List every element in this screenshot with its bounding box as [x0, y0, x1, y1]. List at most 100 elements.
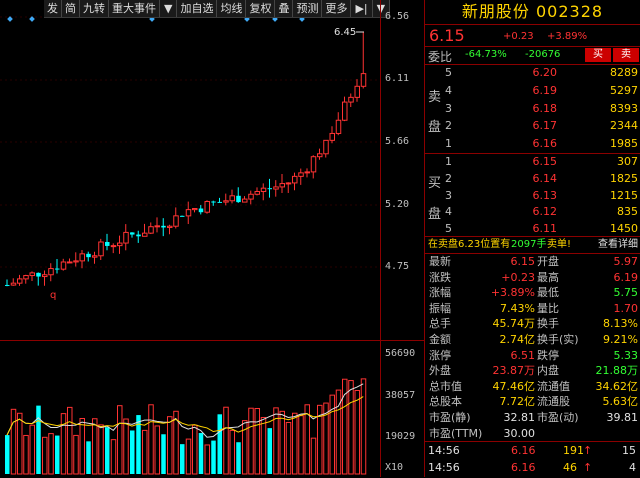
stat-value: 2.74亿 [499, 333, 536, 346]
candle-body [260, 187, 267, 193]
volume-bar [292, 412, 298, 475]
stat-row: 最新 6.15 开盘 5.97 [425, 254, 640, 270]
candle-body [86, 253, 91, 258]
candle-body [329, 132, 335, 141]
stat-label: 外盘 [429, 364, 451, 378]
volume-bar [185, 438, 192, 475]
volume-bar [167, 416, 173, 475]
toolbar-end-icon[interactable]: ▶| [351, 0, 373, 17]
candle-body [198, 208, 204, 213]
current-price: 6.15 [429, 26, 465, 45]
price-tick: 4.75 [385, 261, 410, 272]
stat-value: +3.89% [490, 286, 535, 300]
candle-body [117, 242, 123, 247]
stat-value: 7.72亿 [499, 395, 536, 409]
candle-body [130, 232, 135, 235]
ask-row[interactable]: 5 6.20 8289 [425, 64, 640, 82]
level-price: 6.15 [532, 155, 558, 168]
price-tick: 5.20 [385, 199, 410, 210]
kline-svg[interactable]: 6.45 q [0, 0, 380, 477]
toolbar-jian-button[interactable]: 简 [62, 0, 80, 17]
stat-value: 6.15 [510, 255, 536, 268]
stat-value: 21.88万 [595, 364, 639, 378]
up-arrow-icon: ↑ [583, 461, 593, 474]
sell-button[interactable]: 卖 [613, 48, 639, 62]
notice-detail-link[interactable]: 查看详细 [598, 237, 638, 253]
price-tick: 5.66 [385, 136, 410, 147]
volume-bar [360, 378, 367, 475]
bid-row[interactable]: 2 6.14 1825 [425, 170, 640, 188]
toolbar-overlay-button[interactable]: 叠 [275, 0, 294, 17]
toolbar-more-button[interactable]: 更多 [322, 0, 352, 17]
bid-row[interactable]: 1 6.15 307 [425, 153, 640, 171]
stat-row: 涨停 6.51 跌停 5.33 [425, 348, 640, 364]
stat-label: 最低 [537, 286, 559, 300]
stat-row: 涨幅 +3.89% 最低 5.75 [425, 285, 640, 301]
candle-body [55, 268, 60, 270]
price-change-pct: +3.89% [547, 31, 588, 42]
stat-value: +0.23 [501, 270, 535, 284]
stat-row: 金额 2.74亿 换手(实) 9.21% [425, 332, 640, 348]
toolbar-fa-button[interactable]: 发 [44, 0, 62, 17]
stat-label: 市盈(动) [537, 411, 579, 424]
toolbar-jiuzhuan-button[interactable]: 九转 [80, 0, 109, 17]
level-index: 5 [445, 66, 452, 79]
level-price: 6.19 [532, 83, 558, 97]
stat-value: 30.00 [503, 426, 536, 440]
volume-bar [354, 389, 360, 475]
stat-row: 振幅 7.43% 量比 1.70 [425, 301, 640, 317]
stat-label: 内盘 [537, 364, 559, 378]
volume-bar [123, 418, 129, 475]
stat-value: 23.87万 [492, 364, 536, 378]
candle-body [292, 175, 298, 184]
volume-bar [23, 434, 29, 475]
stat-row: 总股本 7.72亿 流通股 5.63亿 [425, 394, 640, 410]
ask-row[interactable]: 1 6.16 1985 [425, 135, 640, 153]
candle-body [360, 73, 367, 87]
toolbar-ma-button[interactable]: 均线 [217, 0, 247, 17]
stat-row: 总手 45.74万 换手 8.13% [425, 316, 640, 332]
volume-bar [273, 407, 279, 475]
tick-row: 14:56 6.16 46 ↑ 4 [425, 458, 640, 478]
chart-toolbar: 发 简 九转 重大事件 ▼ 加自选 均线 复权 叠 预测 更多 ▶| ▼ [44, 0, 391, 18]
kline-chart-area[interactable]: 6.45 q 发 简 九转 重大事件 ▼ 加自选 均线 复权 叠 预测 更多 ▶|… [0, 0, 425, 477]
toolbar-forecast-button[interactable]: 预测 [293, 0, 323, 17]
candle-body [167, 225, 173, 228]
candle-body [36, 272, 41, 277]
stat-label: 总市值 [429, 379, 462, 393]
ask-row[interactable]: 4 6.19 5297 [425, 82, 640, 100]
stat-value: 6.51 [510, 348, 536, 362]
volume-bar [130, 430, 135, 474]
toolbar-dropdown-icon[interactable]: ▼ [160, 0, 178, 17]
tick-volume: 46 [563, 461, 577, 474]
candle-body [298, 172, 304, 177]
stat-label: 涨跌 [429, 270, 451, 284]
toolbar-major-events-button[interactable]: 重大事件 [109, 0, 160, 17]
high-price-label: 6.45 [334, 27, 356, 38]
bid-row[interactable]: 3 6.13 1215 [425, 187, 640, 205]
order-notice: 在卖盘6.23位置有 2097手 卖单! 查看详细 [425, 237, 640, 253]
buy-button[interactable]: 买 [585, 48, 611, 62]
quote-panel: 新朋股份 002328 6.15 +0.23 +3.89% 委比 -64.73%… [425, 0, 640, 477]
toolbar-add-watchlist-button[interactable]: 加自选 [177, 0, 218, 17]
volume-bar [117, 405, 123, 475]
candle-body [342, 101, 348, 121]
tick-price: 6.16 [511, 461, 536, 474]
weibi-value: -64.73% [465, 49, 507, 60]
level-index: 2 [445, 119, 452, 133]
volume-bar [298, 415, 304, 475]
candle-body [348, 96, 354, 103]
stat-row: 市盈(静) 32.81 市盈(动) 39.81 [425, 410, 640, 426]
stat-label: 总手 [429, 317, 451, 331]
stat-label: 市盈(静) [429, 411, 471, 424]
stat-value: 7.43% [500, 301, 535, 315]
candle-body [48, 268, 54, 276]
volume-tick: 38057 [385, 390, 416, 401]
level-volume: 5297 [610, 83, 638, 97]
volume-bar [79, 417, 85, 475]
ask-row[interactable]: 2 6.17 2344 [425, 117, 640, 135]
toolbar-adjust-button[interactable]: 复权 [246, 0, 276, 17]
ask-row[interactable]: 3 6.18 8393 [425, 100, 640, 118]
bid-row[interactable]: 4 6.12 835 [425, 203, 640, 221]
stat-value: 47.46亿 [492, 379, 536, 393]
